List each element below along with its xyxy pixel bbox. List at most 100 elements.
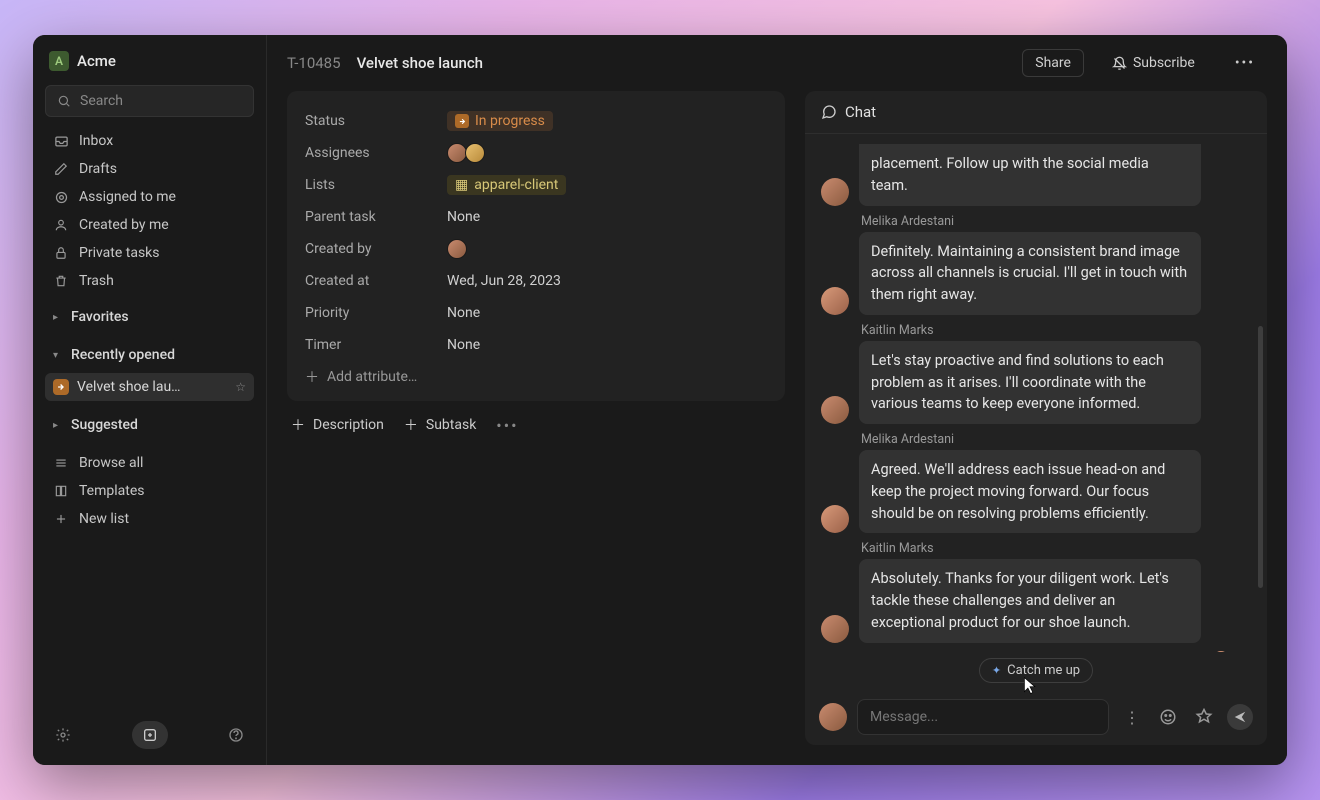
attr-lists[interactable]: Lists ▦ apparel-client <box>305 169 767 201</box>
message-row: Kaitlin Marks Absolutely. Thanks for your… <box>821 541 1251 642</box>
sidebar-item-label: Browse all <box>79 455 143 471</box>
input-more-button[interactable]: ⋮ <box>1119 704 1145 730</box>
book-icon <box>53 483 69 499</box>
message-author: Kaitlin Marks <box>859 323 1251 338</box>
attr-created-by[interactable]: Created by <box>305 233 767 265</box>
inbox-icon <box>53 133 69 149</box>
help-button[interactable] <box>222 721 250 749</box>
sidebar-item-label: Inbox <box>79 133 113 149</box>
sidebar-item-label: Templates <box>79 483 145 499</box>
section-label: Recently opened <box>71 347 175 363</box>
message-bubble[interactable]: placement. Follow up with the social med… <box>859 144 1201 206</box>
button-label: Description <box>313 417 384 433</box>
content-row: Status In progress Assignees Lists ▦ appa… <box>267 91 1287 765</box>
sidebar-item-drafts[interactable]: Drafts <box>45 155 254 183</box>
attr-label: Lists <box>305 177 447 193</box>
sidebar-item-label: Drafts <box>79 161 117 177</box>
more-actions-button[interactable]: ••• <box>496 416 518 435</box>
action-row: ＋Description ＋Subtask ••• <box>287 415 785 435</box>
attr-label: Parent task <box>305 209 447 225</box>
workspace-switcher[interactable]: A Acme <box>45 45 254 77</box>
message-bubble[interactable]: Absolutely. Thanks for your diligent wor… <box>859 559 1201 642</box>
sidebar-item-templates[interactable]: Templates <box>45 477 254 505</box>
settings-button[interactable] <box>49 721 77 749</box>
button-label: Subscribe <box>1133 55 1195 71</box>
main-content: T-10485 Velvet shoe launch Share Subscri… <box>267 35 1287 765</box>
message-col: Melika Ardestani Agreed. We'll address ea… <box>859 432 1251 533</box>
workspace-name: Acme <box>77 52 116 70</box>
star-icon[interactable]: ☆ <box>235 380 246 394</box>
add-subtask-button[interactable]: ＋Subtask <box>404 415 476 435</box>
avatar <box>821 505 849 533</box>
tag-icon: ▦ <box>455 177 468 193</box>
message-bubble[interactable]: Let's stay proactive and find solutions … <box>859 341 1201 424</box>
message-bubble[interactable]: Definitely. Maintaining a consistent bra… <box>859 232 1201 315</box>
dots-icon: ••• <box>1235 55 1255 71</box>
attr-created-at: Created at Wed, Jun 28, 2023 <box>305 265 767 297</box>
add-attribute-button[interactable]: ＋ Add attribute… <box>305 361 767 387</box>
list-icon <box>53 455 69 471</box>
section-label: Suggested <box>71 417 138 433</box>
list-name: apparel-client <box>474 177 558 193</box>
status-icon <box>455 114 469 128</box>
add-description-button[interactable]: ＋Description <box>291 415 384 435</box>
attr-value: None <box>447 337 480 353</box>
avatar <box>819 703 847 731</box>
plus-icon: ＋ <box>404 415 418 435</box>
sidebar-item-browse-all[interactable]: Browse all <box>45 449 254 477</box>
attr-value: Wed, Jun 28, 2023 <box>447 273 561 289</box>
message-author: Melika Ardestani <box>859 432 1251 447</box>
attr-timer[interactable]: Timer None <box>305 329 767 361</box>
sidebar-item-label: Assigned to me <box>79 189 176 205</box>
lock-icon <box>53 245 69 261</box>
more-button[interactable]: ••• <box>1223 50 1267 76</box>
message-col: Kaitlin Marks Absolutely. Thanks for your… <box>859 541 1251 642</box>
new-item-button[interactable] <box>132 721 168 749</box>
attr-label: Timer <box>305 337 447 353</box>
message-author: Kaitlin Marks <box>859 541 1251 556</box>
scrollbar[interactable] <box>1258 326 1263 588</box>
attr-assignees[interactable]: Assignees <box>305 137 767 169</box>
sidebar-item-trash[interactable]: Trash <box>45 267 254 295</box>
section-suggested[interactable]: Suggested <box>45 409 254 441</box>
message-row: Melika Ardestani Agreed. We'll address ea… <box>821 432 1251 533</box>
plus-icon <box>53 511 69 527</box>
message-bubble[interactable]: Agreed. We'll address each issue head-on… <box>859 450 1201 533</box>
attr-label: Priority <box>305 305 447 321</box>
attr-label: Status <box>305 113 447 129</box>
sidebar-item-private[interactable]: Private tasks <box>45 239 254 267</box>
sidebar-recent-task[interactable]: Velvet shoe lau… ☆ <box>45 373 254 401</box>
message-row: Melika Ardestani Definitely. Maintaining … <box>821 214 1251 315</box>
chat-body[interactable]: placement. Follow up with the social med… <box>805 134 1267 652</box>
avatar <box>821 396 849 424</box>
attr-label: Created by <box>305 241 447 257</box>
placeholder-text: Message... <box>870 709 938 725</box>
status-icon <box>53 379 69 395</box>
sidebar-item-inbox[interactable]: Inbox <box>45 127 254 155</box>
send-button[interactable] <box>1227 704 1253 730</box>
message-author: Melika Ardestani <box>859 214 1251 229</box>
search-input[interactable]: Search <box>45 85 254 117</box>
section-favorites[interactable]: Favorites <box>45 301 254 333</box>
sidebar-item-new-list[interactable]: New list <box>45 505 254 533</box>
attr-status[interactable]: Status In progress <box>305 105 767 137</box>
sidebar-item-created[interactable]: Created by me <box>45 211 254 239</box>
sidebar-item-assigned[interactable]: Assigned to me <box>45 183 254 211</box>
section-recently-opened[interactable]: Recently opened <box>45 339 254 371</box>
catch-me-up-button[interactable]: ✦ Catch me up <box>979 658 1093 683</box>
share-button[interactable]: Share <box>1022 49 1084 77</box>
attr-priority[interactable]: Priority None <box>305 297 767 329</box>
search-placeholder: Search <box>80 93 123 109</box>
section-label: Favorites <box>71 309 129 325</box>
task-id: T-10485 <box>287 54 341 72</box>
task-details: Status In progress Assignees Lists ▦ appa… <box>287 91 785 745</box>
attr-parent[interactable]: Parent task None <box>305 201 767 233</box>
emoji-button[interactable] <box>1155 704 1181 730</box>
message-input[interactable]: Message... <box>857 699 1109 735</box>
subscribe-button[interactable]: Subscribe <box>1100 50 1207 76</box>
message-col: placement. Follow up with the social med… <box>859 144 1251 206</box>
sidebar-item-label: Trash <box>79 273 114 289</box>
attach-button[interactable] <box>1191 704 1217 730</box>
assignee-avatars <box>447 143 485 163</box>
sidebar-item-label: Created by me <box>79 217 169 233</box>
